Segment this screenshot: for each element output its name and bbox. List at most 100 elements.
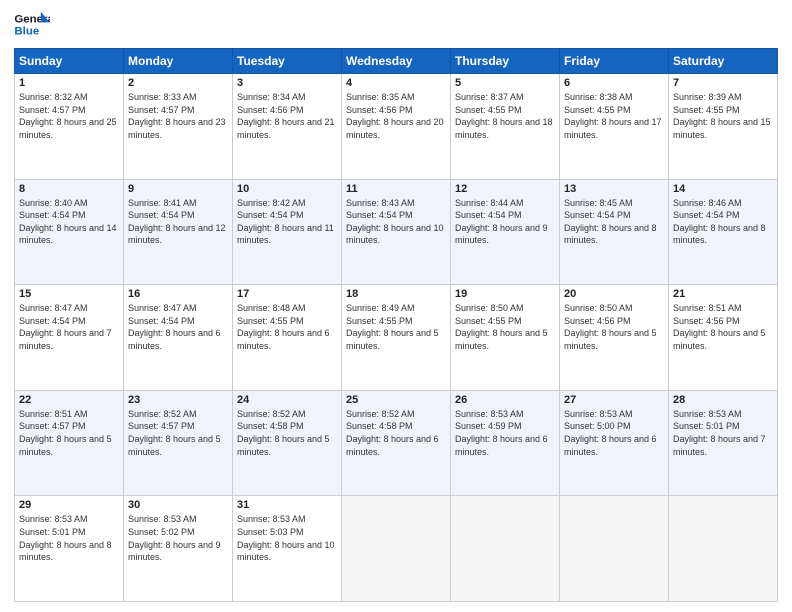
day-info: Sunrise: 8:35 AMSunset: 4:56 PMDaylight:… <box>346 92 444 140</box>
day-info: Sunrise: 8:52 AMSunset: 4:58 PMDaylight:… <box>346 409 439 457</box>
day-number: 6 <box>564 77 664 89</box>
day-info: Sunrise: 8:34 AMSunset: 4:56 PMDaylight:… <box>237 92 335 140</box>
calendar-week-4: 22 Sunrise: 8:51 AMSunset: 4:57 PMDaylig… <box>15 390 778 496</box>
calendar-cell: 8 Sunrise: 8:40 AMSunset: 4:54 PMDayligh… <box>15 179 124 285</box>
day-info: Sunrise: 8:50 AMSunset: 4:55 PMDaylight:… <box>455 303 548 351</box>
calendar-cell: 12 Sunrise: 8:44 AMSunset: 4:54 PMDaylig… <box>451 179 560 285</box>
calendar-cell: 6 Sunrise: 8:38 AMSunset: 4:55 PMDayligh… <box>560 74 669 180</box>
day-number: 22 <box>19 394 119 406</box>
day-info: Sunrise: 8:53 AMSunset: 5:02 PMDaylight:… <box>128 514 221 562</box>
calendar-cell <box>560 496 669 602</box>
day-number: 16 <box>128 288 228 300</box>
calendar-cell: 18 Sunrise: 8:49 AMSunset: 4:55 PMDaylig… <box>342 285 451 391</box>
day-number: 18 <box>346 288 446 300</box>
calendar-cell: 22 Sunrise: 8:51 AMSunset: 4:57 PMDaylig… <box>15 390 124 496</box>
day-info: Sunrise: 8:40 AMSunset: 4:54 PMDaylight:… <box>19 198 117 246</box>
day-info: Sunrise: 8:53 AMSunset: 5:01 PMDaylight:… <box>19 514 112 562</box>
day-number: 17 <box>237 288 337 300</box>
day-number: 1 <box>19 77 119 89</box>
svg-text:Blue: Blue <box>14 26 39 38</box>
day-info: Sunrise: 8:41 AMSunset: 4:54 PMDaylight:… <box>128 198 226 246</box>
calendar-cell: 31 Sunrise: 8:53 AMSunset: 5:03 PMDaylig… <box>233 496 342 602</box>
day-info: Sunrise: 8:51 AMSunset: 4:57 PMDaylight:… <box>19 409 112 457</box>
logo-icon: General Blue <box>14 10 50 40</box>
calendar-table: SundayMondayTuesdayWednesdayThursdayFrid… <box>14 48 778 602</box>
day-info: Sunrise: 8:43 AMSunset: 4:54 PMDaylight:… <box>346 198 444 246</box>
calendar-week-2: 8 Sunrise: 8:40 AMSunset: 4:54 PMDayligh… <box>15 179 778 285</box>
calendar-cell: 14 Sunrise: 8:46 AMSunset: 4:54 PMDaylig… <box>669 179 778 285</box>
calendar-header-row: SundayMondayTuesdayWednesdayThursdayFrid… <box>15 49 778 74</box>
day-number: 23 <box>128 394 228 406</box>
day-info: Sunrise: 8:53 AMSunset: 4:59 PMDaylight:… <box>455 409 548 457</box>
calendar-cell: 13 Sunrise: 8:45 AMSunset: 4:54 PMDaylig… <box>560 179 669 285</box>
day-info: Sunrise: 8:45 AMSunset: 4:54 PMDaylight:… <box>564 198 657 246</box>
day-number: 20 <box>564 288 664 300</box>
calendar-header-thursday: Thursday <box>451 49 560 74</box>
day-number: 25 <box>346 394 446 406</box>
day-number: 7 <box>673 77 773 89</box>
day-number: 27 <box>564 394 664 406</box>
calendar-cell: 19 Sunrise: 8:50 AMSunset: 4:55 PMDaylig… <box>451 285 560 391</box>
calendar-header-saturday: Saturday <box>669 49 778 74</box>
calendar-cell: 29 Sunrise: 8:53 AMSunset: 5:01 PMDaylig… <box>15 496 124 602</box>
calendar-cell: 16 Sunrise: 8:47 AMSunset: 4:54 PMDaylig… <box>124 285 233 391</box>
calendar-cell <box>669 496 778 602</box>
logo: General Blue <box>14 10 50 40</box>
day-number: 14 <box>673 183 773 195</box>
calendar-cell: 15 Sunrise: 8:47 AMSunset: 4:54 PMDaylig… <box>15 285 124 391</box>
day-number: 15 <box>19 288 119 300</box>
day-info: Sunrise: 8:53 AMSunset: 5:00 PMDaylight:… <box>564 409 657 457</box>
calendar-cell: 5 Sunrise: 8:37 AMSunset: 4:55 PMDayligh… <box>451 74 560 180</box>
calendar-cell: 9 Sunrise: 8:41 AMSunset: 4:54 PMDayligh… <box>124 179 233 285</box>
day-info: Sunrise: 8:48 AMSunset: 4:55 PMDaylight:… <box>237 303 330 351</box>
day-info: Sunrise: 8:44 AMSunset: 4:54 PMDaylight:… <box>455 198 548 246</box>
day-info: Sunrise: 8:51 AMSunset: 4:56 PMDaylight:… <box>673 303 766 351</box>
calendar-week-1: 1 Sunrise: 8:32 AMSunset: 4:57 PMDayligh… <box>15 74 778 180</box>
day-info: Sunrise: 8:47 AMSunset: 4:54 PMDaylight:… <box>19 303 112 351</box>
calendar-cell: 28 Sunrise: 8:53 AMSunset: 5:01 PMDaylig… <box>669 390 778 496</box>
calendar-cell: 2 Sunrise: 8:33 AMSunset: 4:57 PMDayligh… <box>124 74 233 180</box>
calendar-cell: 30 Sunrise: 8:53 AMSunset: 5:02 PMDaylig… <box>124 496 233 602</box>
day-number: 8 <box>19 183 119 195</box>
day-info: Sunrise: 8:53 AMSunset: 5:03 PMDaylight:… <box>237 514 335 562</box>
calendar-cell: 24 Sunrise: 8:52 AMSunset: 4:58 PMDaylig… <box>233 390 342 496</box>
page-container: General Blue SundayMondayTuesdayWednesda… <box>0 0 792 612</box>
day-number: 5 <box>455 77 555 89</box>
day-info: Sunrise: 8:39 AMSunset: 4:55 PMDaylight:… <box>673 92 771 140</box>
calendar-cell: 23 Sunrise: 8:52 AMSunset: 4:57 PMDaylig… <box>124 390 233 496</box>
calendar-cell: 10 Sunrise: 8:42 AMSunset: 4:54 PMDaylig… <box>233 179 342 285</box>
day-info: Sunrise: 8:52 AMSunset: 4:58 PMDaylight:… <box>237 409 330 457</box>
calendar-header-wednesday: Wednesday <box>342 49 451 74</box>
day-number: 3 <box>237 77 337 89</box>
calendar-cell: 11 Sunrise: 8:43 AMSunset: 4:54 PMDaylig… <box>342 179 451 285</box>
day-number: 21 <box>673 288 773 300</box>
day-info: Sunrise: 8:50 AMSunset: 4:56 PMDaylight:… <box>564 303 657 351</box>
day-number: 11 <box>346 183 446 195</box>
day-number: 28 <box>673 394 773 406</box>
day-info: Sunrise: 8:42 AMSunset: 4:54 PMDaylight:… <box>237 198 334 246</box>
calendar-header-sunday: Sunday <box>15 49 124 74</box>
calendar-cell: 26 Sunrise: 8:53 AMSunset: 4:59 PMDaylig… <box>451 390 560 496</box>
calendar-cell: 1 Sunrise: 8:32 AMSunset: 4:57 PMDayligh… <box>15 74 124 180</box>
calendar-cell: 7 Sunrise: 8:39 AMSunset: 4:55 PMDayligh… <box>669 74 778 180</box>
calendar-cell: 17 Sunrise: 8:48 AMSunset: 4:55 PMDaylig… <box>233 285 342 391</box>
calendar-cell: 20 Sunrise: 8:50 AMSunset: 4:56 PMDaylig… <box>560 285 669 391</box>
day-info: Sunrise: 8:47 AMSunset: 4:54 PMDaylight:… <box>128 303 221 351</box>
day-number: 12 <box>455 183 555 195</box>
day-number: 30 <box>128 499 228 511</box>
day-info: Sunrise: 8:49 AMSunset: 4:55 PMDaylight:… <box>346 303 439 351</box>
calendar-cell <box>451 496 560 602</box>
header: General Blue <box>14 10 778 40</box>
day-number: 13 <box>564 183 664 195</box>
calendar-cell: 25 Sunrise: 8:52 AMSunset: 4:58 PMDaylig… <box>342 390 451 496</box>
day-info: Sunrise: 8:38 AMSunset: 4:55 PMDaylight:… <box>564 92 662 140</box>
calendar-cell <box>342 496 451 602</box>
day-number: 2 <box>128 77 228 89</box>
calendar-cell: 27 Sunrise: 8:53 AMSunset: 5:00 PMDaylig… <box>560 390 669 496</box>
day-number: 4 <box>346 77 446 89</box>
day-number: 26 <box>455 394 555 406</box>
calendar-cell: 4 Sunrise: 8:35 AMSunset: 4:56 PMDayligh… <box>342 74 451 180</box>
day-number: 10 <box>237 183 337 195</box>
calendar-header-friday: Friday <box>560 49 669 74</box>
calendar-week-3: 15 Sunrise: 8:47 AMSunset: 4:54 PMDaylig… <box>15 285 778 391</box>
